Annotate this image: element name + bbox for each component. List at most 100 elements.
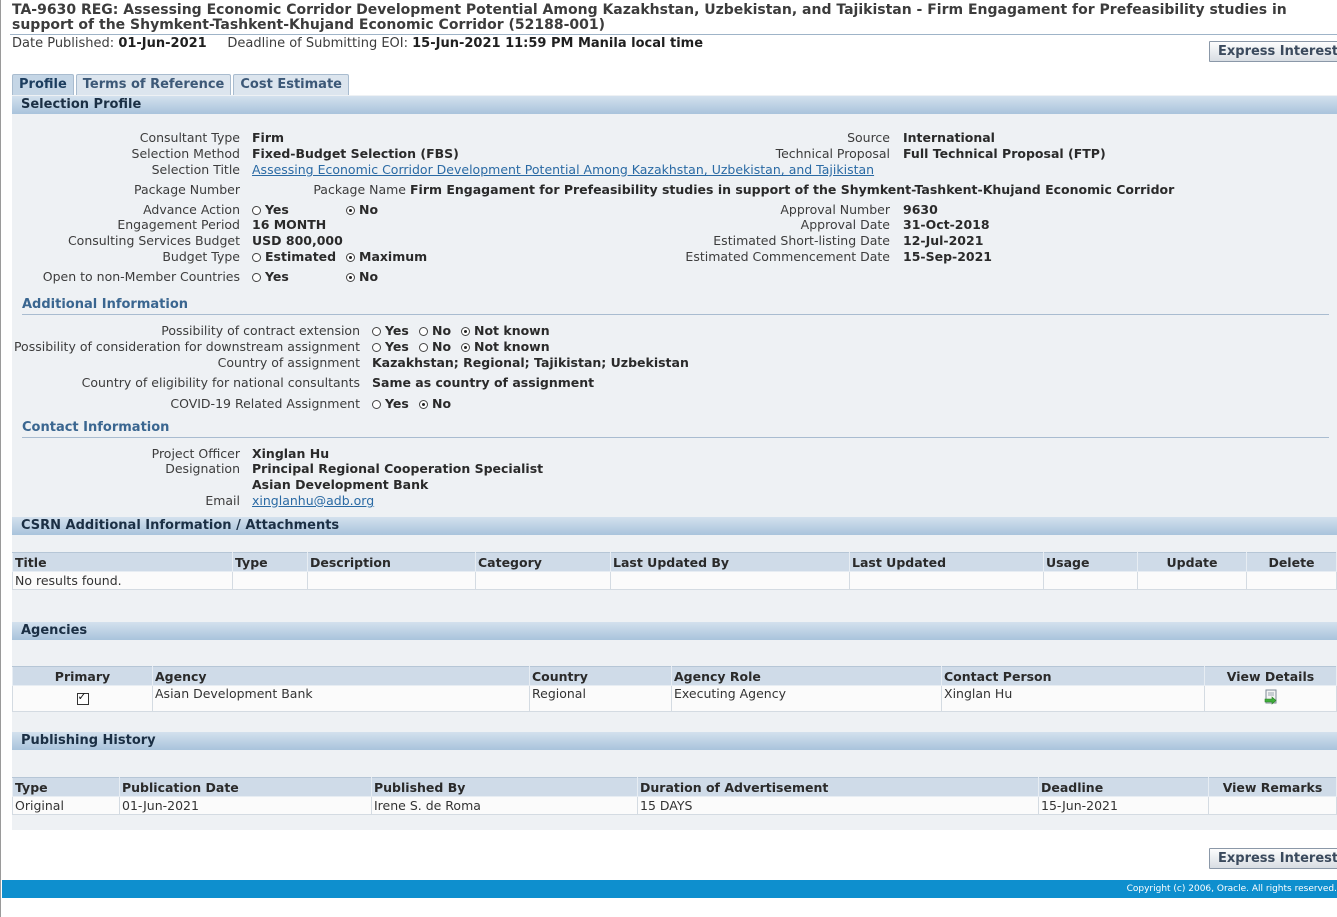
published-by-cell: Irene S. de Roma bbox=[371, 796, 638, 815]
covid-yes[interactable]: Yes bbox=[372, 396, 409, 411]
column-contact-person[interactable]: Contact Person bbox=[941, 666, 1205, 686]
csrn-table: Title Type Description Category Last Upd… bbox=[12, 552, 1337, 590]
additional-info-header: Additional Information bbox=[22, 297, 1329, 315]
extension-no[interactable]: No bbox=[419, 323, 451, 338]
column-title[interactable]: Title bbox=[12, 552, 233, 572]
tab-profile[interactable]: Profile bbox=[12, 74, 74, 95]
footer-bar: Copyright (c) 2006, Oracle. All rights r… bbox=[2, 880, 1337, 898]
date-published-label: Date Published: bbox=[12, 36, 115, 51]
selection-title-link[interactable]: Assessing Economic Corridor Development … bbox=[252, 162, 874, 177]
view-details-icon[interactable] bbox=[1263, 689, 1279, 705]
engagement-period-value: 16 MONTH bbox=[252, 217, 327, 232]
column-last-updated-by[interactable]: Last Updated By bbox=[610, 552, 850, 572]
table-cell bbox=[610, 571, 850, 590]
tab-cost-estimate[interactable]: Cost Estimate bbox=[233, 74, 349, 95]
radio-selected-icon bbox=[346, 206, 355, 215]
advance-action-yes[interactable]: Yes bbox=[252, 202, 289, 217]
email-label: Email bbox=[205, 493, 240, 508]
project-officer-label: Project Officer bbox=[151, 446, 240, 461]
downstream-no[interactable]: No bbox=[419, 339, 451, 354]
country-assignment-value: Kazakhstan; Regional; Tajikistan; Uzbeki… bbox=[372, 355, 689, 370]
role-cell: Executing Agency bbox=[671, 685, 942, 712]
table-cell bbox=[232, 571, 308, 590]
express-interest-button-top[interactable]: Express Interest bbox=[1209, 41, 1337, 62]
column-category[interactable]: Category bbox=[475, 552, 611, 572]
checkbox-checked-icon[interactable] bbox=[76, 690, 89, 705]
downstream-yes[interactable]: Yes bbox=[372, 339, 409, 354]
tab-terms-of-reference[interactable]: Terms of Reference bbox=[75, 74, 232, 95]
table-row: No results found. bbox=[12, 571, 1337, 590]
organization-value: Asian Development Bank bbox=[252, 477, 429, 492]
extension-not-known[interactable]: Not known bbox=[461, 323, 550, 338]
column-agency[interactable]: Agency bbox=[152, 666, 530, 686]
column-type[interactable]: Type bbox=[12, 777, 120, 797]
country-assignment-label: Country of assignment bbox=[217, 355, 360, 370]
express-interest-button-bottom[interactable]: Express Interest bbox=[1209, 848, 1337, 869]
column-usage[interactable]: Usage bbox=[1043, 552, 1138, 572]
deadline-label: Deadline of Submitting EOI: bbox=[227, 36, 408, 51]
column-published-by[interactable]: Published By bbox=[371, 777, 638, 797]
downstream-not-known[interactable]: Not known bbox=[461, 339, 550, 354]
radio-icon bbox=[419, 327, 428, 336]
technical-proposal-label: Technical Proposal bbox=[775, 146, 890, 161]
advance-action-no[interactable]: No bbox=[346, 202, 378, 217]
column-country[interactable]: Country bbox=[529, 666, 672, 686]
agencies-table: Primary Agency Country Agency Role Conta… bbox=[12, 666, 1337, 712]
type-cell: Original bbox=[12, 796, 120, 815]
table-header-row: Type Publication Date Published By Durat… bbox=[12, 777, 1337, 797]
selection-title-label: Selection Title bbox=[151, 162, 240, 177]
table-cell bbox=[1137, 571, 1247, 590]
table-cell bbox=[849, 571, 1044, 590]
eligibility-label: Country of eligibility for national cons… bbox=[81, 375, 360, 390]
covid-no[interactable]: No bbox=[419, 396, 451, 411]
commencement-date-value: 15-Sep-2021 bbox=[903, 249, 992, 264]
column-duration[interactable]: Duration of Advertisement bbox=[637, 777, 1039, 797]
radio-selected-icon bbox=[461, 327, 470, 336]
approval-number-label: Approval Number bbox=[780, 202, 890, 217]
covid-label: COVID-19 Related Assignment bbox=[170, 396, 360, 411]
budget-type-estimated[interactable]: Estimated bbox=[252, 249, 336, 264]
extension-yes[interactable]: Yes bbox=[372, 323, 409, 338]
contact-cell: Xinglan Hu bbox=[941, 685, 1205, 712]
column-description[interactable]: Description bbox=[307, 552, 476, 572]
empty-message: No results found. bbox=[12, 571, 233, 590]
view-remarks-cell bbox=[1208, 796, 1337, 815]
publishing-history-header: Publishing History bbox=[12, 732, 1337, 750]
copyright-text: Copyright (c) 2006, Oracle. All rights r… bbox=[1126, 884, 1337, 894]
email-link[interactable]: xinglanhu@adb.org bbox=[252, 493, 374, 508]
radio-selected-icon bbox=[461, 343, 470, 352]
column-primary: Primary bbox=[12, 666, 153, 686]
column-update: Update bbox=[1137, 552, 1247, 572]
designation-value: Principal Regional Cooperation Specialis… bbox=[252, 461, 544, 476]
selection-method-value: Fixed-Budget Selection (FBS) bbox=[252, 146, 459, 161]
column-type[interactable]: Type bbox=[232, 552, 308, 572]
table-header-row: Title Type Description Category Last Upd… bbox=[12, 552, 1337, 572]
open-nonmember-yes[interactable]: Yes bbox=[252, 269, 289, 284]
page-title: TA-9630 REG: Assessing Economic Corridor… bbox=[12, 2, 1287, 33]
table-cell bbox=[1043, 571, 1138, 590]
open-nonmember-no[interactable]: No bbox=[346, 269, 378, 284]
budget-type-maximum[interactable]: Maximum bbox=[346, 249, 427, 264]
column-publication-date[interactable]: Publication Date bbox=[119, 777, 372, 797]
publishing-table: Type Publication Date Published By Durat… bbox=[12, 777, 1337, 815]
column-last-updated[interactable]: Last Updated bbox=[849, 552, 1044, 572]
budget-value: USD 800,000 bbox=[252, 233, 343, 248]
publication-info: Date Published: 01-Jun-2021 Deadline of … bbox=[12, 36, 703, 51]
table-header-row: Primary Agency Country Agency Role Conta… bbox=[12, 666, 1337, 686]
duration-cell: 15 DAYS bbox=[637, 796, 1039, 815]
selection-profile-header: Selection Profile bbox=[12, 96, 1337, 114]
radio-selected-icon bbox=[346, 253, 355, 262]
column-view-remarks: View Remarks bbox=[1208, 777, 1337, 797]
approval-date-label: Approval Date bbox=[800, 217, 890, 232]
column-view-details: View Details bbox=[1204, 666, 1337, 686]
radio-icon bbox=[252, 253, 261, 262]
column-agency-role[interactable]: Agency Role bbox=[671, 666, 942, 686]
approval-date-value: 31-Oct-2018 bbox=[903, 217, 990, 232]
advance-action-label: Advance Action bbox=[143, 202, 240, 217]
table-cell bbox=[475, 571, 611, 590]
table-row: Original 01-Jun-2021 Irene S. de Roma 15… bbox=[12, 796, 1337, 815]
table-row: Asian Development Bank Regional Executin… bbox=[12, 685, 1337, 712]
tab-bar: Profile Terms of Reference Cost Estimate bbox=[12, 74, 349, 95]
source-label: Source bbox=[847, 130, 890, 145]
column-deadline[interactable]: Deadline bbox=[1038, 777, 1209, 797]
